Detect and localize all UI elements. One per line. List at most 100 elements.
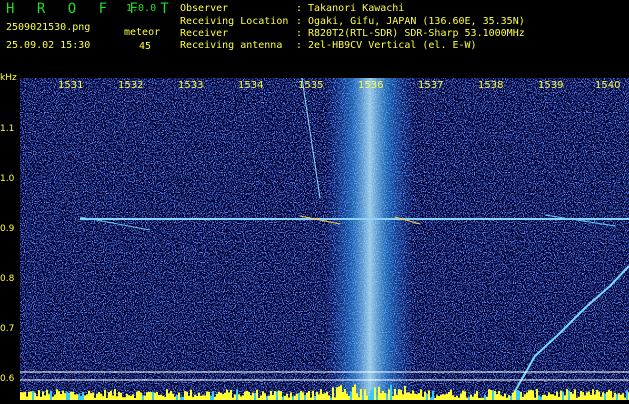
histogram-bar: [440, 394, 442, 400]
histogram-bar: [252, 392, 254, 400]
histogram-bar: [474, 393, 476, 400]
histogram-bar: [178, 392, 180, 400]
histogram-bar: [448, 392, 450, 400]
histogram-bar: [596, 389, 598, 400]
histogram-bar: [420, 389, 422, 400]
histogram-bar: [518, 390, 520, 400]
histogram-bar: [230, 390, 232, 400]
histogram-bar: [234, 394, 236, 400]
histogram-bar: [280, 391, 282, 400]
histogram-bar: [326, 391, 328, 400]
histogram-bar: [50, 390, 52, 400]
histogram-bar: [592, 389, 594, 400]
histogram-bar: [92, 392, 94, 400]
histogram-bar: [126, 393, 128, 400]
histogram-bar: [312, 390, 314, 400]
info-separator: :: [296, 16, 303, 27]
histogram-bar: [140, 392, 142, 400]
histogram-bar: [540, 396, 542, 400]
histogram-bar: [444, 394, 446, 400]
histogram-bar: [246, 390, 248, 400]
histogram-bar: [546, 395, 548, 400]
histogram-bar: [436, 395, 438, 400]
histogram-bar: [338, 386, 340, 400]
histogram-bar: [208, 391, 210, 400]
histogram-bar: [68, 392, 70, 400]
histogram-bar: [116, 396, 118, 400]
histogram-bar: [416, 394, 418, 400]
histogram-bar: [300, 390, 302, 400]
histogram-bar: [602, 392, 604, 400]
info-value: Ogaki, Gifu, JAPAN (136.60E, 35.35N): [308, 16, 525, 27]
histogram-bar: [384, 392, 386, 400]
histogram-bar: [588, 391, 590, 400]
histogram-bar: [156, 391, 158, 400]
histogram-bar: [24, 391, 26, 400]
histogram-bar: [528, 390, 530, 400]
histogram-bar: [194, 394, 196, 400]
histogram-bar: [186, 391, 188, 400]
histogram-bar: [396, 394, 398, 400]
histogram-bar: [266, 396, 268, 400]
histogram-bar: [102, 396, 104, 400]
histogram-bar: [406, 392, 408, 400]
histogram-bar: [304, 395, 306, 400]
histogram-bar: [370, 390, 372, 400]
histogram-bar: [614, 392, 616, 400]
histogram-bar: [432, 390, 434, 400]
histogram-bar: [324, 393, 326, 400]
histogram-bar: [52, 396, 54, 400]
histogram-bar: [608, 389, 610, 400]
histogram-bar: [224, 392, 226, 400]
histogram-bar: [548, 392, 550, 400]
histogram-bar: [362, 394, 364, 400]
histogram-bar: [556, 391, 558, 400]
histogram-bar: [48, 394, 50, 400]
histogram-bar: [284, 395, 286, 400]
histogram-bar: [60, 394, 62, 400]
histogram-bar: [100, 393, 102, 400]
y-axis-unit: kHz: [0, 73, 17, 83]
histogram-bar: [382, 390, 384, 400]
histogram-bar: [460, 393, 462, 400]
histogram-bar: [516, 390, 518, 400]
histogram-bar: [462, 390, 464, 400]
y-tick-label: 0.8: [0, 274, 15, 284]
histogram-bar: [560, 390, 562, 400]
histogram-bar: [594, 394, 596, 400]
histogram-bar: [552, 394, 554, 400]
histogram-bar: [414, 393, 416, 400]
info-row-antenna: Receiving antenna:2el-HB9CV Vertical (el…: [180, 40, 477, 51]
histogram-bar: [386, 393, 388, 400]
histogram-bar: [356, 393, 358, 400]
x-tick-label: 1537: [418, 80, 444, 91]
histogram-bar: [96, 393, 98, 400]
histogram-bar: [166, 389, 168, 400]
histogram-bar: [496, 394, 498, 400]
histogram-bar: [398, 389, 400, 400]
histogram-bar: [74, 394, 76, 400]
histogram-bar: [26, 396, 28, 400]
histogram-bar: [244, 391, 246, 400]
histogram-bar: [64, 393, 66, 400]
histogram-bar: [236, 389, 238, 400]
histogram-bar: [620, 394, 622, 400]
histogram-bar: [308, 391, 310, 400]
histogram-bar: [298, 392, 300, 400]
histogram-bar: [120, 392, 122, 400]
y-tick-label: 0.7: [0, 324, 15, 334]
histogram-bar: [580, 390, 582, 400]
histogram-bar: [400, 389, 402, 400]
histogram-bar: [34, 392, 36, 400]
histogram-bar: [388, 389, 390, 400]
histogram-bar: [56, 389, 58, 400]
x-tick-label: 1531: [58, 80, 84, 91]
histogram-bar: [494, 390, 496, 400]
histogram-bar: [108, 392, 110, 400]
histogram-bar: [322, 393, 324, 400]
histogram-bar: [278, 390, 280, 400]
histogram-bar: [260, 395, 262, 400]
histogram-bar: [372, 388, 374, 400]
histogram-bar: [272, 395, 274, 400]
meteor-count: 45: [139, 41, 152, 52]
